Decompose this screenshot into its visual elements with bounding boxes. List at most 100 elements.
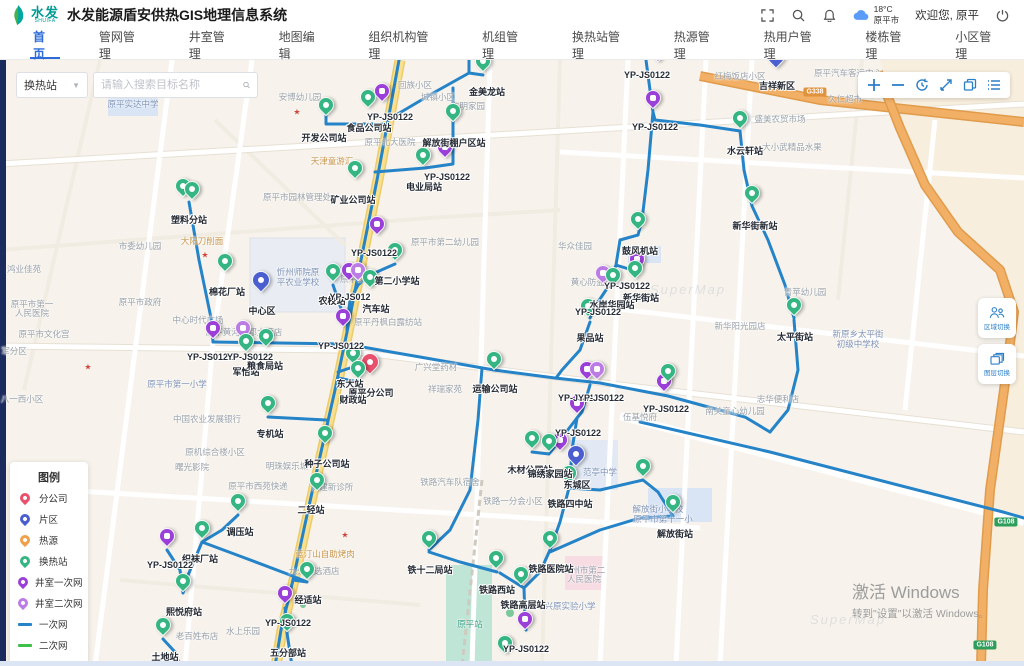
logout-icon[interactable]	[995, 8, 1010, 23]
legend-list-button[interactable]	[982, 73, 1006, 97]
layers-button[interactable]	[958, 73, 982, 97]
zoom-in-button[interactable]	[862, 73, 886, 97]
area-switch-label: 区域切换	[984, 321, 1010, 331]
map-pin-label: 铁路高层站	[500, 598, 545, 611]
legend-swatch-pin	[16, 596, 30, 610]
basemap-label: 铁路汽车队宿舍	[420, 478, 480, 488]
basemap-label: 原平市文化宫	[18, 330, 69, 340]
windows-activation-watermark: 激活 Windows 转到"设置"以激活 Windows。	[852, 578, 989, 621]
tab-楼栋管理[interactable]: 楼栋管理	[844, 30, 934, 59]
chevron-down-icon: ▼	[72, 81, 80, 90]
reset-view-button[interactable]	[910, 73, 934, 97]
zoom-out-button[interactable]	[886, 73, 910, 97]
map-pin-label: 熙悦府站	[166, 605, 202, 618]
legend-item-换热站: 换热站	[18, 554, 80, 568]
basemap-label: 原平市第一小学	[147, 380, 207, 390]
people-icon	[989, 306, 1005, 319]
map-pin-label: 解放街棚户区站	[422, 136, 485, 149]
search-category-select[interactable]: 换热站 ▼	[16, 72, 88, 98]
basemap-label: 军分区	[1, 347, 27, 357]
legend-item-井室二次网: 井室二次网	[18, 596, 80, 610]
basemap-label: 回族小区	[398, 81, 432, 91]
map-pin-label: 吉祥新区	[759, 79, 795, 92]
legend-label: 热源	[39, 533, 58, 547]
map-pin-label: YP-JS0122	[265, 618, 311, 628]
basemap-label: 新华阳光园店	[714, 322, 765, 332]
tab-井室管理[interactable]: 井室管理	[168, 30, 258, 59]
map-toolbar	[858, 72, 1010, 98]
basemap-label: 原机综合楼小区	[185, 448, 245, 458]
fullscreen-icon[interactable]	[760, 8, 775, 23]
legend-swatch-line	[18, 644, 32, 647]
tab-地图编辑[interactable]: 地图编辑	[258, 30, 348, 59]
basemap-label: 南关童心幼儿园	[705, 407, 765, 417]
search-icon[interactable]	[791, 8, 806, 23]
layer-switch-button[interactable]: 图层切换	[978, 344, 1016, 384]
legend-label: 井室一次网	[35, 575, 83, 589]
map-pin-label: 电业局站	[406, 180, 442, 193]
map-pin-label: YP-JS0122	[624, 70, 670, 80]
basemap-label: 市委幼儿园	[119, 242, 162, 252]
search-input-icon[interactable]	[243, 79, 250, 91]
basemap-label: 原平实达中学	[107, 100, 158, 110]
map-pin-label: 矿业公司站	[330, 193, 375, 206]
nav-tabs: 首页管网管理井室管理地图编辑组织机构管理机组管理换热站管理热源管理热用户管理楼栋…	[0, 30, 1024, 60]
basemap-label: 安博幼儿园	[279, 93, 322, 103]
basemap-label: 人民医院	[567, 575, 601, 585]
cloud-icon	[853, 9, 869, 21]
basemap-label: 曙光影院	[175, 463, 209, 473]
measure-button[interactable]	[934, 73, 958, 97]
map-pin-label: YP-JS0122	[643, 404, 689, 414]
basemap-label: 原平市第二幼儿园	[411, 238, 479, 248]
map-pin-label: 第二小学站	[374, 274, 419, 287]
legend-label: 分公司	[39, 491, 68, 505]
map-pin-label: 铁路西站	[479, 583, 515, 596]
tab-热用户管理[interactable]: 热用户管理	[743, 30, 845, 59]
tab-组织机构管理[interactable]: 组织机构管理	[347, 30, 461, 59]
map-pin-label: 棉花厂站	[209, 285, 245, 298]
tab-热源管理[interactable]: 热源管理	[653, 30, 743, 59]
basemap-label: 兴原实验小学	[544, 602, 595, 612]
basemap-label: 原平丹枫白露纺站	[354, 318, 422, 328]
map-pin-label: 铁路医院站	[528, 562, 573, 575]
search-input[interactable]	[101, 79, 243, 91]
map-pin-label: 五分部站	[270, 646, 306, 659]
logo-text-en: SHUIFA	[31, 19, 59, 24]
legend-item-分公司: 分公司	[18, 491, 80, 505]
tile-watermark: SuperMap	[650, 282, 726, 297]
basemap-label: 水上乐园	[226, 627, 260, 637]
basemap-label: 八一西小区	[1, 395, 44, 405]
map-pin-label: 经适站	[294, 593, 321, 606]
map-pin-label: 金美龙站	[469, 85, 505, 98]
logo-icon	[10, 4, 27, 26]
tab-首页[interactable]: 首页	[12, 30, 78, 59]
map-pin-label: YP-JS0122	[147, 560, 193, 570]
basemap-label: 原平市园林管理处	[263, 193, 331, 203]
basemap-label: 华众佳园	[558, 242, 592, 252]
tab-换热站管理[interactable]: 换热站管理	[551, 30, 653, 59]
bottom-bar	[0, 661, 1024, 666]
basemap-label: 蓝汀山自助烤肉	[295, 550, 355, 560]
legend-swatch-line	[18, 623, 32, 626]
map-pin-label: 食品公司站	[346, 121, 391, 134]
bell-icon[interactable]	[822, 8, 837, 23]
map-canvas[interactable]: 换热站 ▼ 区域切换 图层切换	[0, 60, 1024, 666]
basemap-label: 鸿业佳苑	[7, 265, 41, 275]
legend-items: 分公司片区热源换热站井室一次网井室二次网一次网二次网大楼	[18, 491, 80, 666]
app-logo: 水发 SHUIFA	[10, 4, 59, 26]
legend-item-井室一次网: 井室一次网	[18, 575, 80, 589]
tab-管网管理[interactable]: 管网管理	[78, 30, 168, 59]
legend-label: 井室二次网	[35, 596, 83, 610]
tab-小区管理[interactable]: 小区管理	[934, 30, 1024, 59]
legend-swatch-pin	[18, 491, 32, 505]
map-pin-label: YP-JS0122	[578, 393, 624, 403]
area-switch-button[interactable]: 区域切换	[978, 298, 1016, 338]
tab-机组管理[interactable]: 机组管理	[461, 30, 551, 59]
map-pin-label: 粮食局站	[247, 359, 283, 372]
legend-swatch-pin	[18, 533, 32, 547]
basemap-label: 平农业学校	[277, 278, 320, 288]
map-pin-label: 果品站	[576, 331, 603, 344]
basemap-label: 原平站	[457, 620, 483, 630]
welcome-text: 欢迎您, 原平	[915, 7, 979, 23]
map-pin-label: 二轻站	[297, 503, 324, 516]
